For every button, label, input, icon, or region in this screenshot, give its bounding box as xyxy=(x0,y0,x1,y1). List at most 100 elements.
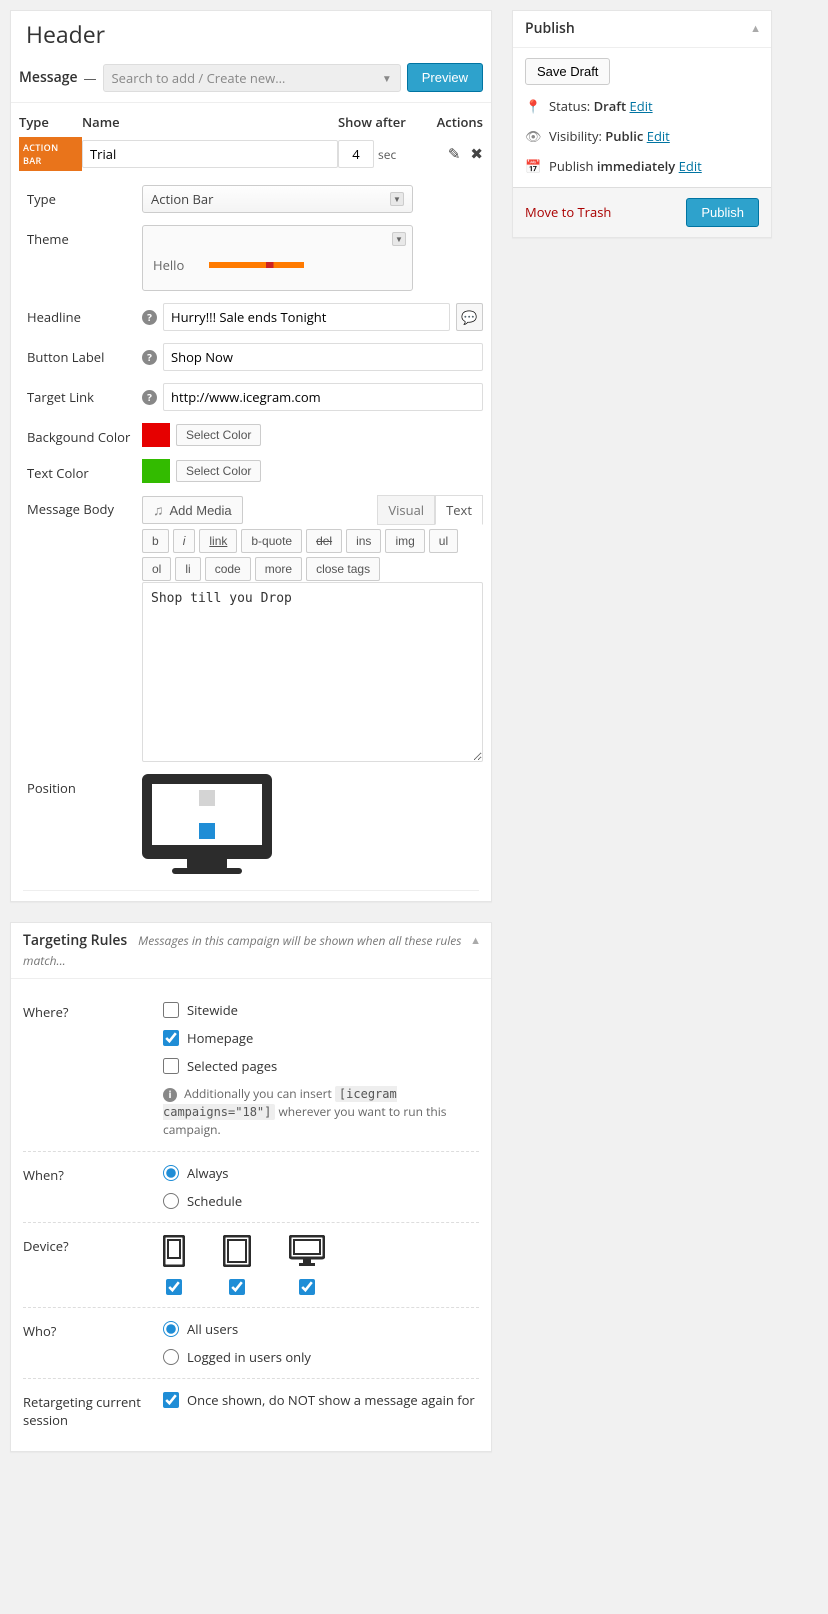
homepage-checkbox[interactable] xyxy=(163,1030,179,1046)
visibility-value: Public xyxy=(605,127,643,145)
edit-publish-link[interactable]: Edit xyxy=(679,157,702,175)
message-body-textarea[interactable] xyxy=(142,582,483,762)
col-show-after: Show after xyxy=(338,113,423,131)
mobile-icon xyxy=(163,1235,185,1267)
text-color-swatch[interactable] xyxy=(142,459,170,483)
page-title: Header xyxy=(11,11,491,53)
help-icon[interactable]: ? xyxy=(142,310,157,325)
retarget-checkbox[interactable] xyxy=(163,1392,179,1408)
message-body-label: Message Body xyxy=(27,495,142,518)
position-bottom[interactable] xyxy=(199,823,215,839)
where-row: Where? Sitewide Homepage Selected pages … xyxy=(23,989,479,1152)
bg-select-color-button[interactable]: Select Color xyxy=(176,424,261,446)
chevron-down-icon: ▼ xyxy=(382,71,392,85)
logged-in-radio[interactable] xyxy=(163,1349,179,1365)
theme-value: Hello xyxy=(153,256,184,274)
edit-icon[interactable]: ✎ xyxy=(448,144,461,164)
ed-closetags-button[interactable]: close tags xyxy=(306,557,380,581)
opt-schedule[interactable]: Schedule xyxy=(163,1192,479,1210)
ed-img-button[interactable]: img xyxy=(385,529,424,553)
headline-input[interactable] xyxy=(163,303,450,331)
headline-row: Headline ? 💬 xyxy=(11,297,491,337)
mobile-checkbox[interactable] xyxy=(166,1279,182,1295)
add-media-button[interactable]: ♫ Add Media xyxy=(142,496,243,524)
publish-box: Publish ▲ Save Draft 📍 Status: Draft Edi… xyxy=(512,10,772,238)
ed-del-button[interactable]: del xyxy=(306,529,342,553)
position-top[interactable] xyxy=(199,790,215,806)
headline-label: Headline xyxy=(27,303,142,331)
sitewide-checkbox[interactable] xyxy=(163,1002,179,1018)
opt-all-users[interactable]: All users xyxy=(163,1320,479,1338)
opt-selected-pages[interactable]: Selected pages xyxy=(163,1057,479,1075)
delete-icon[interactable]: ✖ xyxy=(470,144,483,164)
when-label: When? xyxy=(23,1164,163,1210)
ed-bquote-button[interactable]: b-quote xyxy=(241,529,302,553)
who-row: Who? All users Logged in users only xyxy=(23,1308,479,1379)
selected-pages-checkbox[interactable] xyxy=(163,1058,179,1074)
col-actions: Actions xyxy=(423,113,483,131)
all-users-radio[interactable] xyxy=(163,1321,179,1337)
ed-link-button[interactable]: link xyxy=(199,529,237,553)
visibility-row: 👁 Visibility: Public Edit xyxy=(525,127,759,145)
device-mobile xyxy=(163,1235,185,1295)
edit-status-link[interactable]: Edit xyxy=(630,97,653,115)
ed-more-button[interactable]: more xyxy=(255,557,302,581)
name-input[interactable] xyxy=(82,140,338,168)
info-icon: i xyxy=(163,1088,177,1102)
targeting-title: Targeting Rules xyxy=(23,931,127,950)
device-row: Device? xyxy=(23,1223,479,1308)
speech-bubble-icon: 💬 xyxy=(461,308,477,326)
always-radio[interactable] xyxy=(163,1165,179,1181)
tablet-icon xyxy=(223,1235,251,1267)
retarget-label: Retargeting current session xyxy=(23,1391,163,1429)
ed-bold-button[interactable]: b xyxy=(142,529,169,553)
message-search-dropdown[interactable]: Search to add / Create new… ▼ xyxy=(103,64,401,92)
pin-icon: 📍 xyxy=(525,97,541,115)
ed-ol-button[interactable]: ol xyxy=(142,557,171,581)
ed-ins-button[interactable]: ins xyxy=(346,529,381,553)
move-to-trash-link[interactable]: Move to Trash xyxy=(525,203,611,221)
publish-heading: Publish ▲ xyxy=(513,11,771,48)
desktop-checkbox[interactable] xyxy=(299,1279,315,1295)
tab-text[interactable]: Text xyxy=(435,495,483,525)
col-type: Type xyxy=(19,113,82,131)
schedule-radio[interactable] xyxy=(163,1193,179,1209)
opt-always[interactable]: Always xyxy=(163,1164,479,1182)
preview-button[interactable]: Preview xyxy=(407,63,483,92)
show-after-input[interactable] xyxy=(338,140,374,168)
chevron-down-icon: ▼ xyxy=(392,232,406,246)
speech-bubble-button[interactable]: 💬 xyxy=(456,303,483,331)
ed-li-button[interactable]: li xyxy=(175,557,200,581)
tab-visual[interactable]: Visual xyxy=(377,495,435,525)
type-row: Type Action Bar ▼ xyxy=(11,179,491,219)
theme-select[interactable]: ▼ Hello xyxy=(142,225,413,291)
collapse-icon[interactable]: ▲ xyxy=(470,933,481,948)
help-icon[interactable]: ? xyxy=(142,390,157,405)
ed-italic-button[interactable]: i xyxy=(173,529,196,553)
tablet-checkbox[interactable] xyxy=(229,1279,245,1295)
opt-retarget[interactable]: Once shown, do NOT show a message again … xyxy=(163,1391,479,1409)
save-draft-button[interactable]: Save Draft xyxy=(525,58,610,85)
dash-separator: — xyxy=(84,69,97,87)
edit-visibility-link[interactable]: Edit xyxy=(647,127,670,145)
type-select[interactable]: Action Bar ▼ xyxy=(142,185,413,213)
text-select-color-button[interactable]: Select Color xyxy=(176,460,261,482)
bg-color-swatch[interactable] xyxy=(142,423,170,447)
ed-ul-button[interactable]: ul xyxy=(429,529,458,553)
opt-sitewide[interactable]: Sitewide xyxy=(163,1001,479,1019)
button-label-input[interactable] xyxy=(163,343,483,371)
theme-preview-bar xyxy=(209,262,304,268)
message-label: Message xyxy=(19,68,78,87)
opt-logged-in[interactable]: Logged in users only xyxy=(163,1348,479,1366)
target-link-input[interactable] xyxy=(163,383,483,411)
sec-label: sec xyxy=(378,146,396,163)
position-selector[interactable] xyxy=(142,774,272,874)
collapse-icon[interactable]: ▲ xyxy=(750,21,761,36)
target-link-label: Target Link xyxy=(27,383,142,411)
opt-homepage[interactable]: Homepage xyxy=(163,1029,479,1047)
publish-button[interactable]: Publish xyxy=(686,198,759,227)
publish-title: Publish xyxy=(525,19,575,38)
help-icon[interactable]: ? xyxy=(142,350,157,365)
message-body-row: Message Body ♫ Add Media Visual Text b xyxy=(11,489,491,768)
ed-code-button[interactable]: code xyxy=(205,557,251,581)
